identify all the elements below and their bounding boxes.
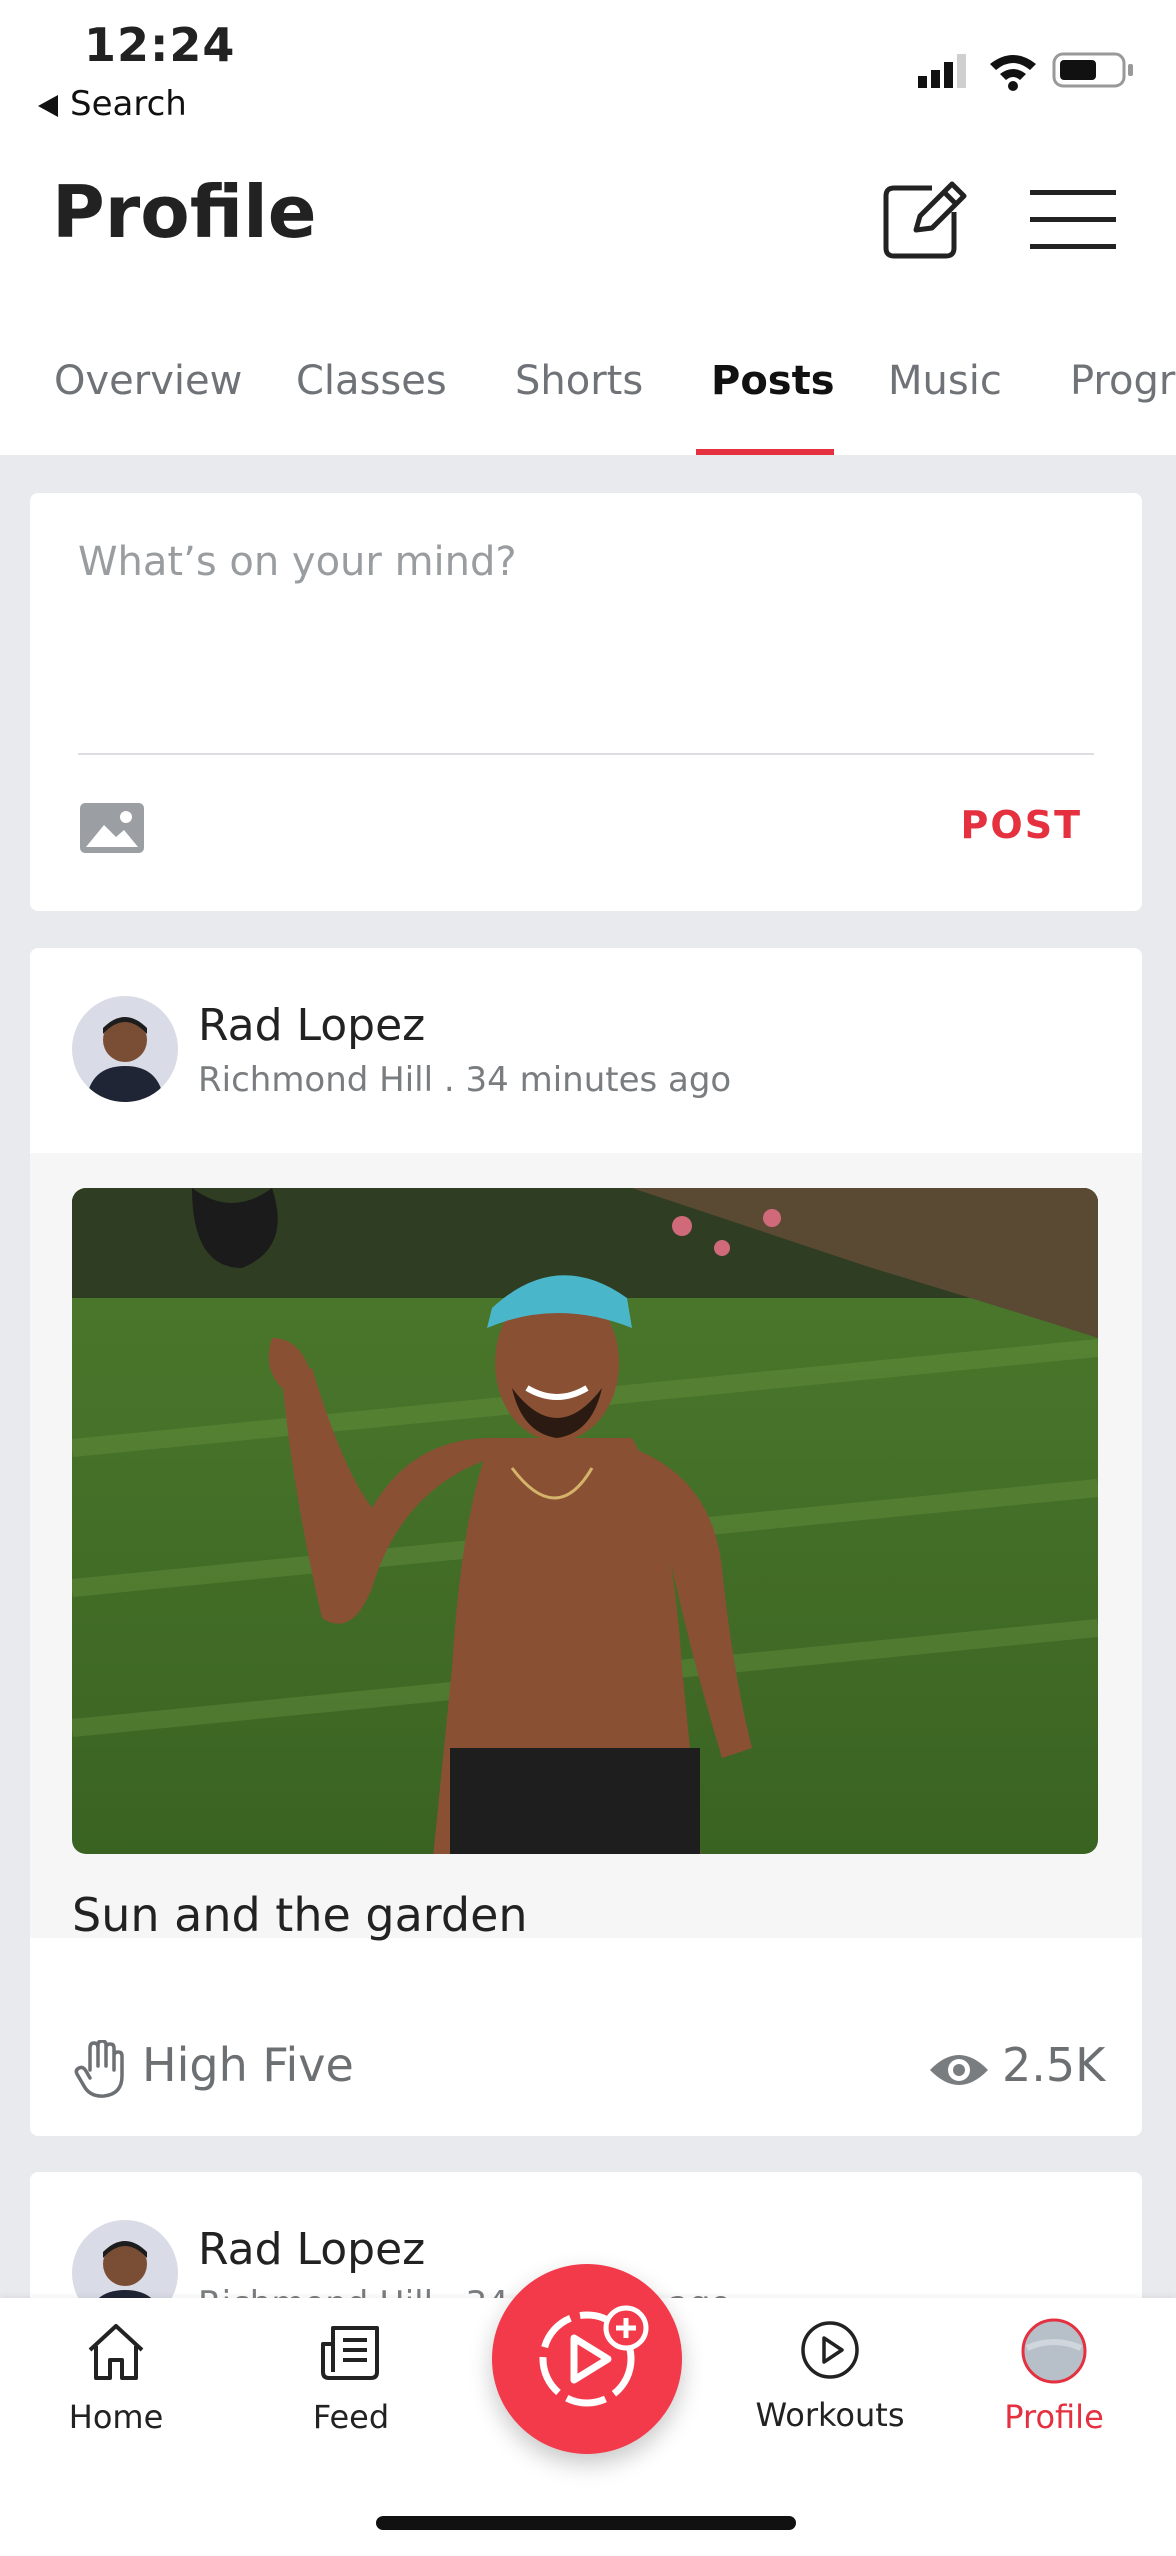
tab-classes[interactable]: Classes (296, 358, 447, 404)
tab-programs[interactable]: Programs (1070, 358, 1176, 404)
add-video-icon (539, 2305, 649, 2407)
views-count: 2.5K (1002, 2038, 1106, 2092)
nav-home[interactable]: Home (26, 2320, 206, 2436)
home-indicator (376, 2516, 796, 2530)
create-video-button[interactable] (492, 2264, 682, 2454)
post-button[interactable]: POST (961, 803, 1082, 847)
nav-feed-label: Feed (312, 2398, 390, 2436)
post-author[interactable]: Rad Lopez (198, 2224, 425, 2275)
composer-divider (78, 753, 1094, 755)
nav-profile-label: Profile (1004, 2398, 1104, 2436)
home-icon (88, 2324, 144, 2380)
back-label: Search (70, 84, 187, 124)
post-author[interactable]: Rad Lopez (198, 1000, 425, 1051)
nav-home-label: Home (68, 2398, 164, 2436)
tab-shorts[interactable]: Shorts (515, 358, 643, 404)
menu-icon[interactable] (1030, 188, 1116, 252)
status-icons (918, 52, 1133, 91)
profile-tabs: Overview Classes Shorts Posts Music Prog… (0, 340, 1176, 455)
avatar (1021, 2318, 1087, 2384)
tab-music[interactable]: Music (888, 358, 1002, 404)
nav-feed[interactable]: Feed (261, 2320, 441, 2436)
back-arrow-icon (38, 94, 58, 117)
post-card: Rad Lopez Richmond Hill . 34 minutes ago (30, 948, 1142, 2136)
status-time: 12:24 (84, 18, 236, 72)
add-image-icon[interactable] (80, 803, 144, 853)
views-eye-icon (930, 2055, 988, 2085)
back-to-search-link[interactable]: Search (38, 84, 187, 124)
cellular-signal-icon (918, 54, 966, 88)
nav-workouts-label: Workouts (755, 2396, 905, 2434)
edit-profile-icon[interactable] (880, 178, 970, 262)
feed-icon (321, 2326, 379, 2380)
play-circle-icon (801, 2321, 859, 2379)
high-five-icon[interactable] (74, 2040, 128, 2098)
tab-overview[interactable]: Overview (54, 358, 242, 404)
nav-profile[interactable]: Profile (964, 2318, 1144, 2436)
avatar[interactable] (72, 996, 178, 1102)
post-composer: What’s on your mind? POST (30, 493, 1142, 911)
composer-input[interactable]: What’s on your mind? (78, 539, 517, 585)
battery-icon (1052, 52, 1133, 88)
tab-posts[interactable]: Posts (711, 358, 835, 404)
post-caption: Sun and the garden (72, 1888, 528, 1942)
active-tab-indicator (696, 449, 834, 455)
wifi-icon (990, 55, 1036, 91)
nav-workouts[interactable]: Workouts (740, 2318, 920, 2434)
post-meta: Richmond Hill . 34 minutes ago (198, 1060, 732, 1100)
page-title: Profile (52, 170, 317, 254)
post-photo[interactable] (72, 1188, 1098, 1854)
high-five-button[interactable]: High Five (142, 2038, 354, 2092)
